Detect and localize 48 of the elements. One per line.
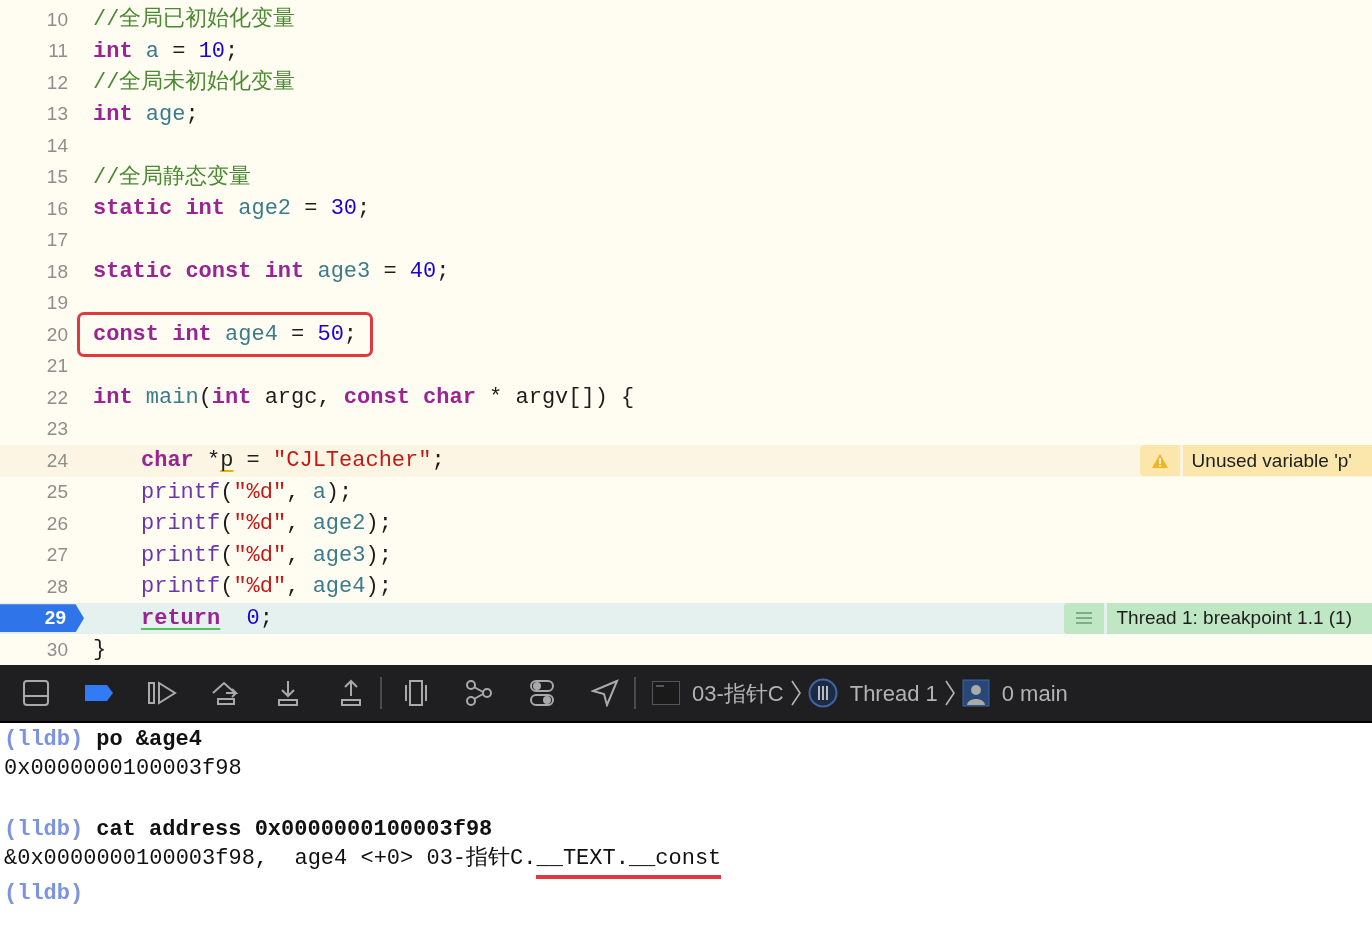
line-number: 22 <box>45 385 69 410</box>
code-line: printf("%d", a); <box>140 478 353 507</box>
line-number: 30 <box>45 637 69 662</box>
lldb-prompt: (lldb) <box>4 726 84 754</box>
line-number: 23 <box>45 417 69 441</box>
line-number: 28 <box>45 574 69 599</box>
line-number: 25 <box>45 480 69 504</box>
marked-output-text: __TEXT.__const <box>536 844 722 879</box>
line-number: 15 <box>45 165 69 189</box>
breadcrumb-item[interactable]: 03-指针C <box>692 676 784 710</box>
code-line: printf("%d", age4); <box>140 573 392 602</box>
code-line: } <box>93 636 107 665</box>
line-number: 13 <box>45 102 69 126</box>
code-line: char *p = "CJLTeacher"; <box>140 447 445 476</box>
line-number: 12 <box>45 70 69 95</box>
line-number: 11 <box>47 39 69 63</box>
line-number: 19 <box>45 291 69 315</box>
breakpoint-message: Thread 1: breakpoint 1.1 (1) <box>1107 602 1372 634</box>
code-line: int a = 10; <box>93 37 239 66</box>
code-line: int age; <box>93 100 199 129</box>
console-command: cat address 0x0000000100003f98 <box>96 816 493 844</box>
line-number: 16 <box>45 196 69 221</box>
code-line: static int age2 = 30; <box>93 195 371 224</box>
console-output: &0x0000000100003f98, age4 <+0> 03-指针C. <box>4 845 537 873</box>
code-line: //全局已初始化变量 <box>93 5 296 35</box>
line-number: 26 <box>45 511 69 536</box>
warning-message: Unused variable 'p' <box>1182 445 1372 477</box>
line-number: 17 <box>45 228 69 252</box>
line-number: 18 <box>45 259 69 284</box>
code-line: printf("%d", age3); <box>140 541 392 570</box>
line-number: 24 <box>45 448 69 473</box>
code-line: //全局静态变量 <box>93 163 252 192</box>
lldb-prompt: (lldb) <box>4 816 84 844</box>
line-number: 21 <box>45 354 69 378</box>
lldb-prompt: (lldb) <box>4 880 84 908</box>
line-number: 27 <box>45 543 69 567</box>
code-line: int main(int argc, const char * argv[]) { <box>93 384 635 413</box>
code-line: return 0; <box>140 604 274 633</box>
line-number: 14 <box>45 133 69 158</box>
code-line: printf("%d", age2); <box>140 510 392 539</box>
code-line: static const int age3 = 40; <box>93 258 450 287</box>
line-number: 10 <box>45 7 69 32</box>
line-number: 20 <box>45 322 69 347</box>
code-line: //全局未初始化变量 <box>93 68 296 98</box>
breadcrumb-item[interactable]: Thread 1 <box>849 676 938 710</box>
breadcrumb-item[interactable]: 0 main <box>1001 676 1068 710</box>
console-output: 0x0000000100003f98 <box>4 755 242 783</box>
console-command: po &age4 <box>96 726 202 754</box>
